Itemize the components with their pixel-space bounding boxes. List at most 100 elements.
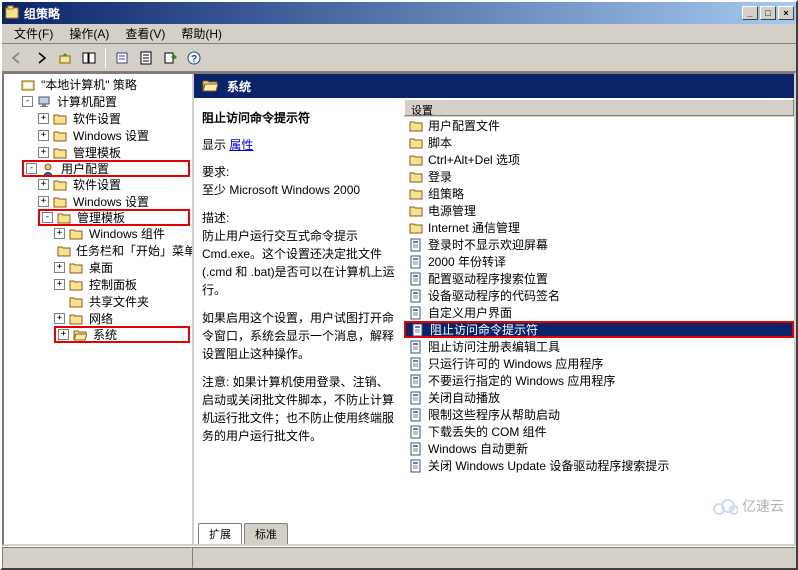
folder-icon (408, 221, 424, 235)
collapse-icon[interactable]: - (26, 163, 37, 174)
close-button[interactable]: × (778, 6, 794, 20)
list-item[interactable]: 配置驱动程序搜索位置 (404, 270, 794, 287)
list-item[interactable]: 阻止访问命令提示符 (404, 321, 794, 338)
setting-icon (408, 289, 424, 303)
expand-icon[interactable]: + (38, 113, 49, 124)
refresh-button[interactable] (135, 47, 157, 69)
console-tree[interactable]: "本地计算机" 策略 - 计算机配置 +软件设置 (4, 74, 194, 544)
folder-icon (68, 278, 84, 292)
maximize-button[interactable]: □ (760, 6, 776, 20)
list-item[interactable]: 阻止访问注册表编辑工具 (404, 338, 794, 355)
list-item-label: 下载丢失的 COM 组件 (428, 423, 547, 440)
desc-body: 防止用户运行交互式命令提示 Cmd.exe。这个设置还决定批文件 (.cmd 和… (202, 227, 396, 299)
list-item[interactable]: 只运行许可的 Windows 应用程序 (404, 355, 794, 372)
tree-item[interactable]: 共享文件夹 (54, 293, 190, 310)
tab-standard[interactable]: 标准 (244, 523, 288, 544)
menu-action[interactable]: 操作(A) (61, 23, 117, 44)
list-item[interactable]: 登录 (404, 168, 794, 185)
details-body: 阻止访问命令提示符 显示 属性 要求: 至少 Microsoft Windows… (194, 98, 794, 522)
list-header[interactable]: 设置 (404, 99, 794, 117)
expand-icon[interactable]: + (54, 313, 65, 324)
menu-view[interactable]: 查看(V) (117, 23, 173, 44)
list-item[interactable]: 用户配置文件 (404, 117, 794, 134)
folder-icon (408, 119, 424, 133)
collapse-icon[interactable]: - (42, 212, 53, 223)
properties-button[interactable] (111, 47, 133, 69)
expand-icon[interactable]: + (54, 262, 65, 273)
list-item[interactable]: 不要运行指定的 Windows 应用程序 (404, 372, 794, 389)
tree-item[interactable]: 任务栏和「开始」菜单 (54, 242, 190, 259)
export-list-button[interactable] (159, 47, 181, 69)
menu-help[interactable]: 帮助(H) (173, 23, 230, 44)
help-button[interactable]: ? (183, 47, 205, 69)
expand-icon[interactable]: + (54, 279, 65, 290)
tree-system[interactable]: +系统 (54, 326, 190, 343)
tree-user-config[interactable]: - 用户配置 (22, 160, 190, 177)
folder-icon (68, 312, 84, 326)
minimize-button[interactable]: _ (742, 6, 758, 20)
list-item[interactable]: 登录时不显示欢迎屏幕 (404, 236, 794, 253)
list-item-label: 关闭自动播放 (428, 389, 500, 406)
folder-open-icon (202, 79, 218, 93)
folder-icon (52, 146, 68, 160)
folder-icon (68, 295, 84, 309)
tree-item[interactable]: +软件设置 (38, 110, 190, 127)
expand-icon[interactable]: + (58, 329, 69, 340)
list-item[interactable]: 限制这些程序从帮助启动 (404, 406, 794, 423)
desc-label: 描述: (202, 209, 396, 227)
tree-computer-config[interactable]: - 计算机配置 (22, 93, 190, 110)
titlebar[interactable]: 组策略 _ □ × (2, 2, 796, 24)
list-item[interactable]: Ctrl+Alt+Del 选项 (404, 151, 794, 168)
expand-icon[interactable]: + (38, 130, 49, 141)
list-item-label: 阻止访问注册表编辑工具 (428, 338, 560, 355)
view-tabs: 扩展 标准 (194, 522, 794, 544)
list-body[interactable]: 用户配置文件脚本Ctrl+Alt+Del 选项登录组策略电源管理Internet… (404, 117, 794, 522)
list-item[interactable]: 自定义用户界面 (404, 304, 794, 321)
folder-icon (52, 129, 68, 143)
content-area: "本地计算机" 策略 - 计算机配置 +软件设置 (2, 72, 796, 546)
details-pane: 系统 阻止访问命令提示符 显示 属性 要求: 至少 Microsoft Wind… (194, 74, 794, 544)
expand-icon[interactable]: + (38, 196, 49, 207)
toolbar: ? (2, 44, 796, 72)
list-item[interactable]: 关闭自动播放 (404, 389, 794, 406)
list-item[interactable]: Windows 自动更新 (404, 440, 794, 457)
tree-item[interactable]: +桌面 (54, 259, 190, 276)
list-item[interactable]: Internet 通信管理 (404, 219, 794, 236)
window-controls: _ □ × (742, 6, 794, 20)
list-item-label: 登录时不显示欢迎屏幕 (428, 236, 548, 253)
list-item[interactable]: 关闭 Windows Update 设备驱动程序搜索提示 (404, 457, 794, 474)
list-item[interactable]: 2000 年份转译 (404, 253, 794, 270)
forward-button[interactable] (30, 47, 52, 69)
collapse-icon[interactable]: - (22, 96, 33, 107)
tree-item[interactable]: +Windows 组件 (54, 225, 190, 242)
back-button[interactable] (6, 47, 28, 69)
menu-file[interactable]: 文件(F) (6, 23, 61, 44)
expand-icon[interactable]: + (38, 147, 49, 158)
list-item[interactable]: 设备驱动程序的代码签名 (404, 287, 794, 304)
tree-item[interactable]: +软件设置 (38, 176, 190, 193)
setting-icon (408, 391, 424, 405)
expand-icon[interactable]: + (38, 179, 49, 190)
tree-admin-templates[interactable]: -管理模板 (38, 209, 190, 226)
menubar: 文件(F) 操作(A) 查看(V) 帮助(H) (2, 24, 796, 44)
show-hide-tree-button[interactable] (78, 47, 100, 69)
tree-item[interactable]: +Windows 设置 (38, 127, 190, 144)
toolbar-separator (105, 48, 106, 68)
list-item[interactable]: 下载丢失的 COM 组件 (404, 423, 794, 440)
up-level-button[interactable] (54, 47, 76, 69)
expand-icon[interactable]: + (54, 228, 65, 239)
tree-root[interactable]: "本地计算机" 策略 (6, 76, 190, 93)
tree-item[interactable]: +网络 (54, 310, 190, 327)
list-item[interactable]: 脚本 (404, 134, 794, 151)
properties-link[interactable]: 属性 (229, 138, 253, 152)
list-item[interactable]: 电源管理 (404, 202, 794, 219)
folder-icon (68, 261, 84, 275)
list-item[interactable]: 组策略 (404, 185, 794, 202)
tab-extended[interactable]: 扩展 (198, 523, 242, 544)
tree-item[interactable]: +Windows 设置 (38, 193, 190, 210)
setting-name: 阻止访问命令提示符 (202, 109, 396, 126)
column-settings[interactable]: 设置 (404, 99, 794, 116)
tree-item[interactable]: +管理模板 (38, 144, 190, 161)
status-left (2, 547, 192, 568)
tree-item[interactable]: +控制面板 (54, 276, 190, 293)
